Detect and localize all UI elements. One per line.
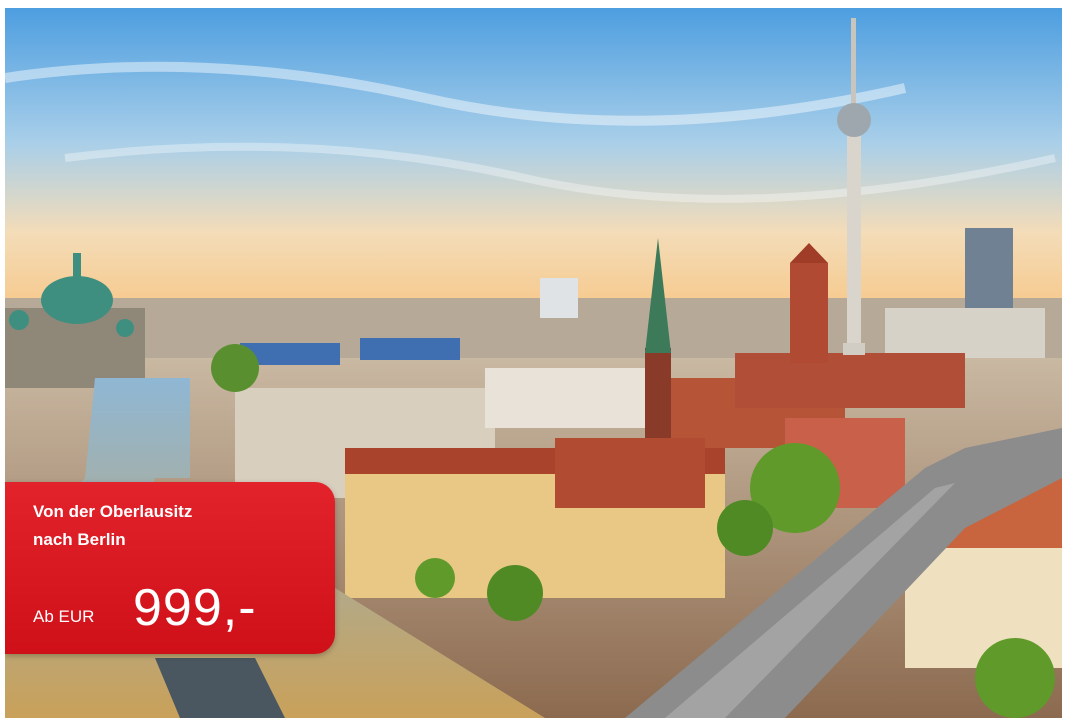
- offer-headline-line-2: nach Berlin: [33, 530, 126, 549]
- price-offer-box[interactable]: Von der Oberlausitz nach Berlin Ab EUR 9…: [5, 482, 335, 654]
- offer-card[interactable]: Von der Oberlausitz nach Berlin Ab EUR 9…: [5, 8, 1062, 718]
- offer-headline-line-1: Von der Oberlausitz: [33, 502, 193, 521]
- price-prefix-label: Ab EUR: [33, 607, 95, 626]
- offer-headline: Von der Oberlausitz nach Berlin: [33, 498, 313, 554]
- price-value: 999,-: [133, 579, 257, 637]
